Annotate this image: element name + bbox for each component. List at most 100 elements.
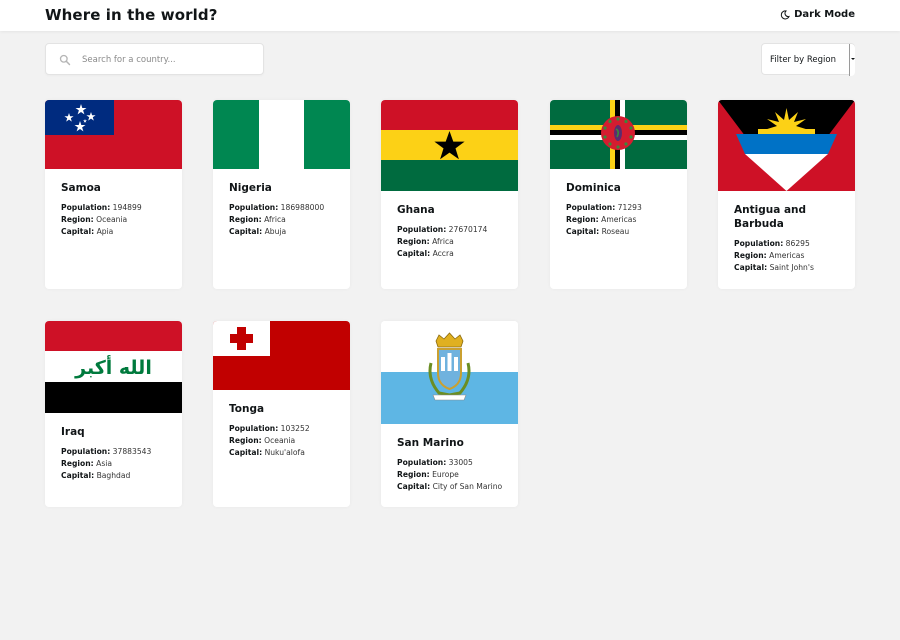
page-title: Where in the world?: [45, 6, 218, 24]
flag-iraq-inscription: الله أكبر: [74, 355, 152, 379]
region-value: Oceania: [264, 436, 296, 445]
capital-row: Capital: Roseau: [566, 226, 671, 238]
flag-samoa: [45, 100, 182, 169]
flag-ghana: [381, 100, 518, 191]
region-value: Africa: [264, 215, 286, 224]
population-row: Population: 86295: [734, 238, 839, 250]
population-label: Population:: [566, 203, 616, 212]
region-row: Region: Europe: [397, 469, 502, 481]
region-label: Region:: [397, 237, 430, 246]
region-value: Asia: [96, 459, 113, 468]
population-row: Population: 186988000: [229, 202, 334, 214]
population-value: 103252: [280, 424, 310, 433]
region-label: Region:: [61, 215, 94, 224]
country-name: Dominica: [566, 182, 621, 194]
country-name: Iraq: [61, 426, 85, 438]
population-row: Population: 194899: [61, 202, 166, 214]
capital-row: Capital: Nuku'alofa: [229, 447, 334, 459]
capital-label: Capital:: [734, 263, 768, 272]
capital-value: Roseau: [601, 227, 630, 236]
capital-label: Capital:: [61, 471, 95, 480]
search-icon: [59, 54, 71, 66]
flag-san-marino: [381, 321, 518, 424]
region-row: Region: Americas: [566, 214, 671, 226]
region-label: Region:: [61, 459, 94, 468]
capital-value: Saint John's: [769, 263, 814, 272]
population-label: Population:: [61, 447, 111, 456]
population-row: Population: 33005: [397, 457, 502, 469]
app-header: Where in the world? Dark Mode: [0, 0, 900, 31]
population-label: Population:: [397, 225, 447, 234]
country-card-antigua-and-barbuda[interactable]: Antigua and Barbuda Population: 86295 Re…: [718, 100, 855, 289]
capital-row: Capital: Baghdad: [61, 470, 166, 482]
capital-value: Apia: [96, 227, 114, 236]
population-value: 37883543: [112, 447, 152, 456]
population-value: 194899: [112, 203, 142, 212]
capital-label: Capital:: [61, 227, 95, 236]
population-row: Population: 71293: [566, 202, 671, 214]
flag-dominica: [550, 100, 687, 169]
capital-row: Capital: Apia: [61, 226, 166, 238]
population-label: Population:: [229, 424, 279, 433]
capital-row: Capital: Accra: [397, 248, 502, 260]
population-value: 33005: [448, 458, 473, 467]
region-row: Region: Africa: [229, 214, 334, 226]
country-name: Nigeria: [229, 182, 272, 194]
population-row: Population: 103252: [229, 423, 334, 435]
flag-antigua-and-barbuda: [718, 100, 855, 191]
region-filter-dropdown[interactable]: [849, 44, 855, 76]
population-label: Population:: [734, 239, 784, 248]
flag-tonga: [213, 321, 350, 390]
region-label: Region:: [397, 470, 430, 479]
country-name: Tonga: [229, 403, 265, 415]
capital-label: Capital:: [566, 227, 600, 236]
capital-value: Nuku'alofa: [264, 448, 305, 457]
chevron-down-icon: [851, 58, 855, 60]
capital-row: Capital: Abuja: [229, 226, 334, 238]
country-card-tonga[interactable]: Tonga Population: 103252 Region: Oceania…: [213, 321, 350, 507]
region-value: Africa: [432, 237, 454, 246]
region-label: Region:: [229, 215, 262, 224]
population-label: Population:: [61, 203, 111, 212]
capital-value: City of San Marino: [432, 482, 503, 491]
population-row: Population: 37883543: [61, 446, 166, 458]
capital-row: Capital: Saint John's: [734, 262, 839, 274]
flag-nigeria: [213, 100, 350, 169]
capital-row: Capital: City of San Marino: [397, 481, 502, 493]
region-value: Americas: [769, 251, 805, 260]
region-label: Region:: [229, 436, 262, 445]
search-input[interactable]: [82, 51, 257, 68]
country-card-samoa[interactable]: Samoa Population: 194899 Region: Oceania…: [45, 100, 182, 289]
capital-label: Capital:: [397, 249, 431, 258]
country-name: Ghana: [397, 204, 435, 216]
population-value: 186988000: [280, 203, 325, 212]
region-row: Region: Asia: [61, 458, 166, 470]
country-name: San Marino: [397, 437, 464, 449]
region-filter-select[interactable]: Filter by Region: [761, 43, 855, 76]
population-label: Population:: [229, 203, 279, 212]
population-value: 71293: [617, 203, 642, 212]
country-card-nigeria[interactable]: Nigeria Population: 186988000 Region: Af…: [213, 100, 350, 289]
region-row: Region: Oceania: [229, 435, 334, 447]
capital-label: Capital:: [229, 227, 263, 236]
region-row: Region: Oceania: [61, 214, 166, 226]
population-row: Population: 27670174: [397, 224, 502, 236]
country-card-san-marino[interactable]: San Marino Population: 33005 Region: Eur…: [381, 321, 518, 507]
flag-iraq: الله أكبر: [45, 321, 182, 413]
moon-icon: [780, 9, 790, 19]
country-card-iraq[interactable]: الله أكبر Iraq Population: 37883543 Regi…: [45, 321, 182, 507]
region-value: Europe: [432, 470, 459, 479]
country-card-ghana[interactable]: Ghana Population: 27670174 Region: Afric…: [381, 100, 518, 289]
dark-mode-toggle[interactable]: Dark Mode: [780, 9, 855, 20]
capital-value: Baghdad: [96, 471, 131, 480]
population-value: 86295: [785, 239, 810, 248]
region-value: Oceania: [96, 215, 128, 224]
country-name: Samoa: [61, 182, 101, 194]
region-row: Region: Americas: [734, 250, 839, 262]
region-label: Region:: [566, 215, 599, 224]
capital-value: Abuja: [264, 227, 287, 236]
population-label: Population:: [397, 458, 447, 467]
country-card-dominica[interactable]: Dominica Population: 71293 Region: Ameri…: [550, 100, 687, 289]
region-filter-label: Filter by Region: [770, 55, 836, 65]
region-row: Region: Africa: [397, 236, 502, 248]
